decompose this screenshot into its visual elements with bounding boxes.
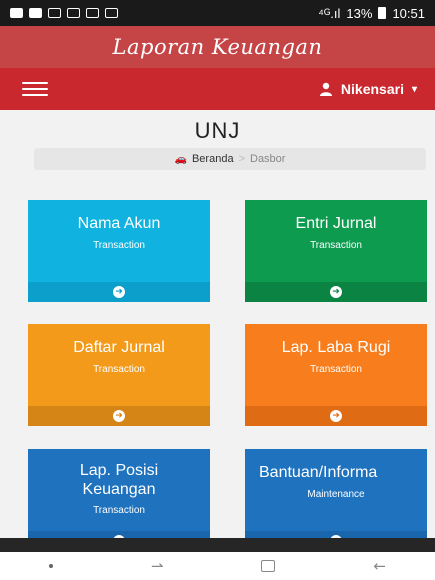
battery-level: 13% xyxy=(346,5,373,21)
breadcrumb: 🚗 Beranda > Dasbor xyxy=(34,148,426,170)
recents-icon[interactable]: ⇀ xyxy=(151,557,164,575)
tile-footer[interactable]: ➜ xyxy=(245,531,427,538)
tile-body: Bantuan/Informa Maintenance xyxy=(245,449,427,531)
tile-subtitle: Transaction xyxy=(93,240,145,251)
dashboard-content: UNJ 🚗 Beranda > Dasbor Nama Akun Transac… xyxy=(0,110,435,538)
home-icon[interactable] xyxy=(261,560,276,572)
gallery-icon xyxy=(105,8,118,18)
user-menu[interactable]: Nikensari ▾ xyxy=(319,81,417,97)
tile-body: Lap. Posisi Keuangan Transaction xyxy=(28,449,210,531)
battery-icon xyxy=(378,7,387,19)
chevron-down-icon: ▾ xyxy=(411,83,417,95)
nav-dot-icon xyxy=(48,564,53,568)
whatsapp-icon xyxy=(67,8,80,18)
notification-icons xyxy=(10,8,118,18)
tile-lap-laba-rugi[interactable]: Lap. Laba Rugi Transaction ➜ xyxy=(245,324,427,426)
status-right: ⁴ᴳ.ıl 13% 10:51 xyxy=(318,6,425,21)
menu-icon[interactable] xyxy=(22,82,48,96)
arrow-right-icon: ➜ xyxy=(113,410,125,422)
arrow-right-icon: ➜ xyxy=(330,286,342,298)
tile-footer[interactable]: ➜ xyxy=(245,282,427,302)
back-icon[interactable]: ← xyxy=(373,557,386,575)
page-title: UNJ xyxy=(194,118,241,143)
status-bar: ⁴ᴳ.ıl 13% 10:51 xyxy=(0,0,435,26)
navbar: Nikensari ▾ xyxy=(0,68,435,110)
tile-nama-akun[interactable]: Nama Akun Transaction ➜ xyxy=(28,200,210,302)
dashboard-icon: 🚗 xyxy=(174,153,187,165)
bottom-separator xyxy=(0,538,435,552)
user-icon xyxy=(319,82,332,96)
tile-title: Lap. Posisi Keuangan xyxy=(79,462,159,498)
tile-subtitle: Transaction xyxy=(93,505,145,516)
app-title: Laporan Keuangan xyxy=(0,26,435,68)
tile-subtitle: Transaction xyxy=(310,364,362,375)
notification-icon xyxy=(10,8,23,18)
tile-title: Entri Jurnal xyxy=(295,215,377,232)
tile-footer[interactable]: ➜ xyxy=(245,406,427,426)
tile-footer[interactable]: ➜ xyxy=(28,406,210,426)
arrow-right-icon: ➜ xyxy=(330,410,342,422)
breadcrumb-separator: > xyxy=(238,153,245,165)
tile-body: Nama Akun Transaction xyxy=(28,200,210,282)
tile-entri-jurnal[interactable]: Entri Jurnal Transaction ➜ xyxy=(245,200,427,302)
facebook-icon xyxy=(48,8,61,18)
email-icon xyxy=(86,8,99,18)
tile-lap-posisi-keuangan[interactable]: Lap. Posisi Keuangan Transaction ➜ xyxy=(28,449,210,538)
signal-icon: ⁴ᴳ.ıl xyxy=(318,5,341,21)
tile-title: Nama Akun xyxy=(77,215,161,232)
system-nav-bar: ⇀ ← xyxy=(0,552,435,580)
tile-subtitle: Maintenance xyxy=(307,489,365,500)
breadcrumb-current: Dasbor xyxy=(250,153,286,165)
message-icon xyxy=(29,8,42,18)
breadcrumb-home[interactable]: Beranda xyxy=(192,153,234,165)
tile-title: Bantuan/Informa xyxy=(259,464,378,481)
tile-footer[interactable]: ➜ xyxy=(28,531,210,538)
tile-title: Lap. Laba Rugi xyxy=(281,339,391,356)
tile-body: Daftar Jurnal Transaction xyxy=(28,324,210,406)
user-name: Nikensari xyxy=(340,81,404,97)
tile-subtitle: Transaction xyxy=(310,240,362,251)
tile-body: Entri Jurnal Transaction xyxy=(245,200,427,282)
clock: 10:51 xyxy=(392,5,425,21)
tile-bantuan-informasi[interactable]: Bantuan/Informa Maintenance ➜ xyxy=(245,449,427,538)
arrow-right-icon: ➜ xyxy=(113,286,125,298)
tile-title: Daftar Jurnal xyxy=(73,339,165,356)
tile-footer[interactable]: ➜ xyxy=(28,282,210,302)
tile-daftar-jurnal[interactable]: Daftar Jurnal Transaction ➜ xyxy=(28,324,210,426)
tile-body: Lap. Laba Rugi Transaction xyxy=(245,324,427,406)
tile-subtitle: Transaction xyxy=(93,364,145,375)
